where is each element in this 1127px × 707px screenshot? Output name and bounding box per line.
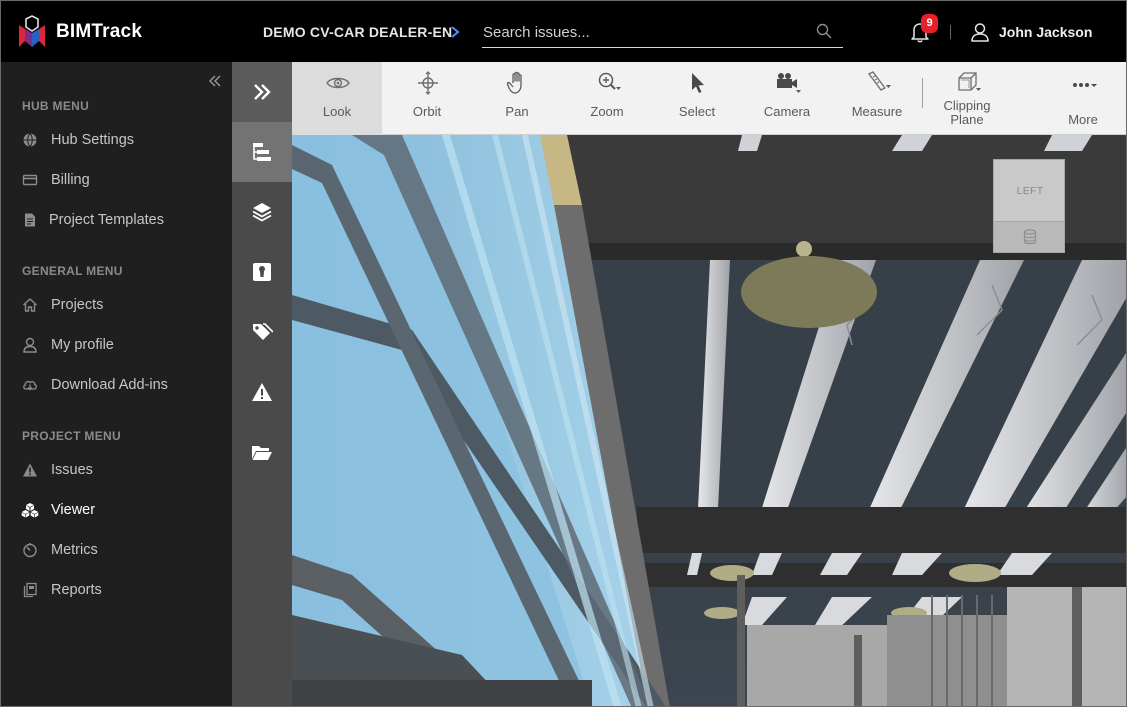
tool-label: Clipping Plane	[943, 98, 991, 127]
tool-label: More	[1068, 112, 1098, 127]
sidebar-item-viewer[interactable]: Viewer	[1, 492, 232, 528]
model-tree-button[interactable]	[232, 122, 292, 182]
view-cube-face[interactable]: LEFT	[993, 159, 1065, 222]
home-view-icon	[1023, 229, 1037, 245]
camera-tool-button[interactable]: Camera	[742, 62, 832, 135]
collapse-sidebar-icon[interactable]	[208, 74, 222, 88]
sidebar-item-label: Projects	[51, 297, 104, 313]
look-tool-button[interactable]: Look	[292, 62, 382, 135]
notifications-badge[interactable]: 9	[921, 14, 938, 33]
gauge-icon	[23, 543, 37, 558]
3d-viewport[interactable]: LEFT	[292, 135, 1126, 706]
sidebar: HUB MENU Hub Settings Billing Project Te…	[1, 62, 232, 706]
cubes-icon	[21, 503, 39, 518]
view-cube[interactable]: LEFT	[993, 159, 1065, 253]
sidebar-item-issues[interactable]: Issues	[1, 452, 232, 488]
tool-label: Camera	[763, 104, 811, 119]
hand-icon	[506, 71, 522, 94]
layers-icon	[252, 203, 272, 222]
select-tool-button[interactable]: Select	[652, 62, 742, 135]
sidebar-item-metrics[interactable]: Metrics	[1, 532, 232, 568]
view-cube-label: LEFT	[1016, 185, 1044, 197]
sidebar-item-download-add-ins[interactable]: Download Add-ins	[1, 367, 232, 403]
search-icon[interactable]	[816, 23, 832, 39]
tags-icon	[253, 323, 273, 340]
ruler-icon	[868, 71, 891, 91]
sidebar-item-label: Viewer	[51, 502, 96, 518]
zoom-tool-button[interactable]: Zoom	[562, 62, 652, 135]
tool-label: Zoom	[590, 104, 624, 119]
files-button[interactable]	[232, 422, 292, 482]
info-badge-button[interactable]	[232, 242, 292, 302]
project-menu-heading: PROJECT MENU	[22, 429, 121, 443]
hub-menu-heading: HUB MENU	[22, 99, 90, 113]
divider	[950, 25, 951, 39]
general-menu-heading: GENERAL MENU	[22, 264, 123, 278]
more-tools-button[interactable]: More	[1038, 62, 1126, 135]
sidebar-item-reports[interactable]: Reports	[1, 572, 232, 608]
measure-tool-button[interactable]: Measure	[832, 62, 922, 135]
sidebar-item-label: Download Add-ins	[51, 377, 168, 393]
folder-open-icon	[252, 446, 272, 460]
clipping-plane-tool-button[interactable]: Clipping Plane	[922, 62, 1012, 135]
tags-button[interactable]	[232, 302, 292, 362]
tool-label: Pan	[505, 104, 529, 119]
orbit-icon	[418, 71, 438, 95]
sidebar-item-label: Metrics	[51, 542, 98, 558]
sidebar-item-label: Reports	[51, 582, 102, 598]
cloud-download-icon	[23, 380, 37, 391]
reports-icon	[23, 582, 37, 598]
sidebar-item-label: Project Templates	[49, 212, 164, 228]
warning-icon	[23, 463, 37, 477]
tool-label: Look	[322, 104, 352, 119]
cursor-icon	[692, 73, 704, 93]
sidebar-item-label: Issues	[51, 462, 93, 478]
sidebar-item-label: My profile	[51, 337, 114, 353]
clipping-cube-icon	[958, 72, 981, 91]
credit-card-icon	[22, 174, 38, 186]
sidebar-item-hub-settings[interactable]: Hub Settings	[1, 122, 232, 158]
home-icon	[23, 298, 37, 312]
top-bar: BIMTrack DEMO CV-CAR DEALER-EN 9 John Ja…	[1, 1, 1126, 62]
tool-label: Orbit	[412, 104, 442, 119]
user-icon	[23, 337, 37, 353]
camera-icon	[777, 73, 801, 93]
user-menu[interactable]: John Jackson	[999, 24, 1092, 40]
issues-button[interactable]	[232, 362, 292, 422]
orbit-tool-button[interactable]: Orbit	[382, 62, 472, 135]
sidebar-item-label: Hub Settings	[51, 132, 135, 148]
info-badge-icon	[253, 263, 271, 281]
view-cube-bottom-face[interactable]	[993, 222, 1065, 253]
sidebar-item-billing[interactable]: Billing	[1, 162, 232, 198]
app-window: BIMTrack DEMO CV-CAR DEALER-EN 9 John Ja…	[0, 0, 1127, 707]
search-input[interactable]	[482, 18, 843, 48]
eye-icon	[326, 77, 350, 89]
issues-warning-icon	[252, 383, 272, 401]
tool-label: Select	[678, 104, 716, 119]
sidebar-item-label: Billing	[51, 172, 90, 188]
model-tree-icon	[253, 143, 271, 161]
expand-panel-button[interactable]	[232, 62, 292, 122]
tool-label: Measure	[851, 104, 903, 119]
project-selector[interactable]: DEMO CV-CAR DEALER-EN	[263, 24, 452, 40]
sidebar-item-my-profile[interactable]: My profile	[1, 327, 232, 363]
more-dots-icon	[1073, 83, 1097, 87]
chevron-right-icon[interactable]	[448, 25, 462, 39]
bimtrack-logo-icon[interactable]	[17, 15, 47, 49]
user-avatar-icon[interactable]	[970, 22, 990, 42]
zoom-icon	[598, 72, 621, 90]
brand-name[interactable]: BIMTrack	[56, 21, 142, 43]
pan-tool-button[interactable]: Pan	[472, 62, 562, 135]
layers-button[interactable]	[232, 182, 292, 242]
sidebar-item-project-templates[interactable]: Project Templates	[1, 202, 232, 238]
expand-panel-icon	[254, 84, 271, 100]
document-icon	[25, 213, 35, 227]
viewer-toolbar: Look Orbit Pan Zoom Select Camera Measur…	[292, 62, 1126, 135]
viewer-tool-column	[232, 62, 292, 706]
globe-icon	[23, 133, 37, 147]
sidebar-item-projects[interactable]: Projects	[1, 287, 232, 323]
